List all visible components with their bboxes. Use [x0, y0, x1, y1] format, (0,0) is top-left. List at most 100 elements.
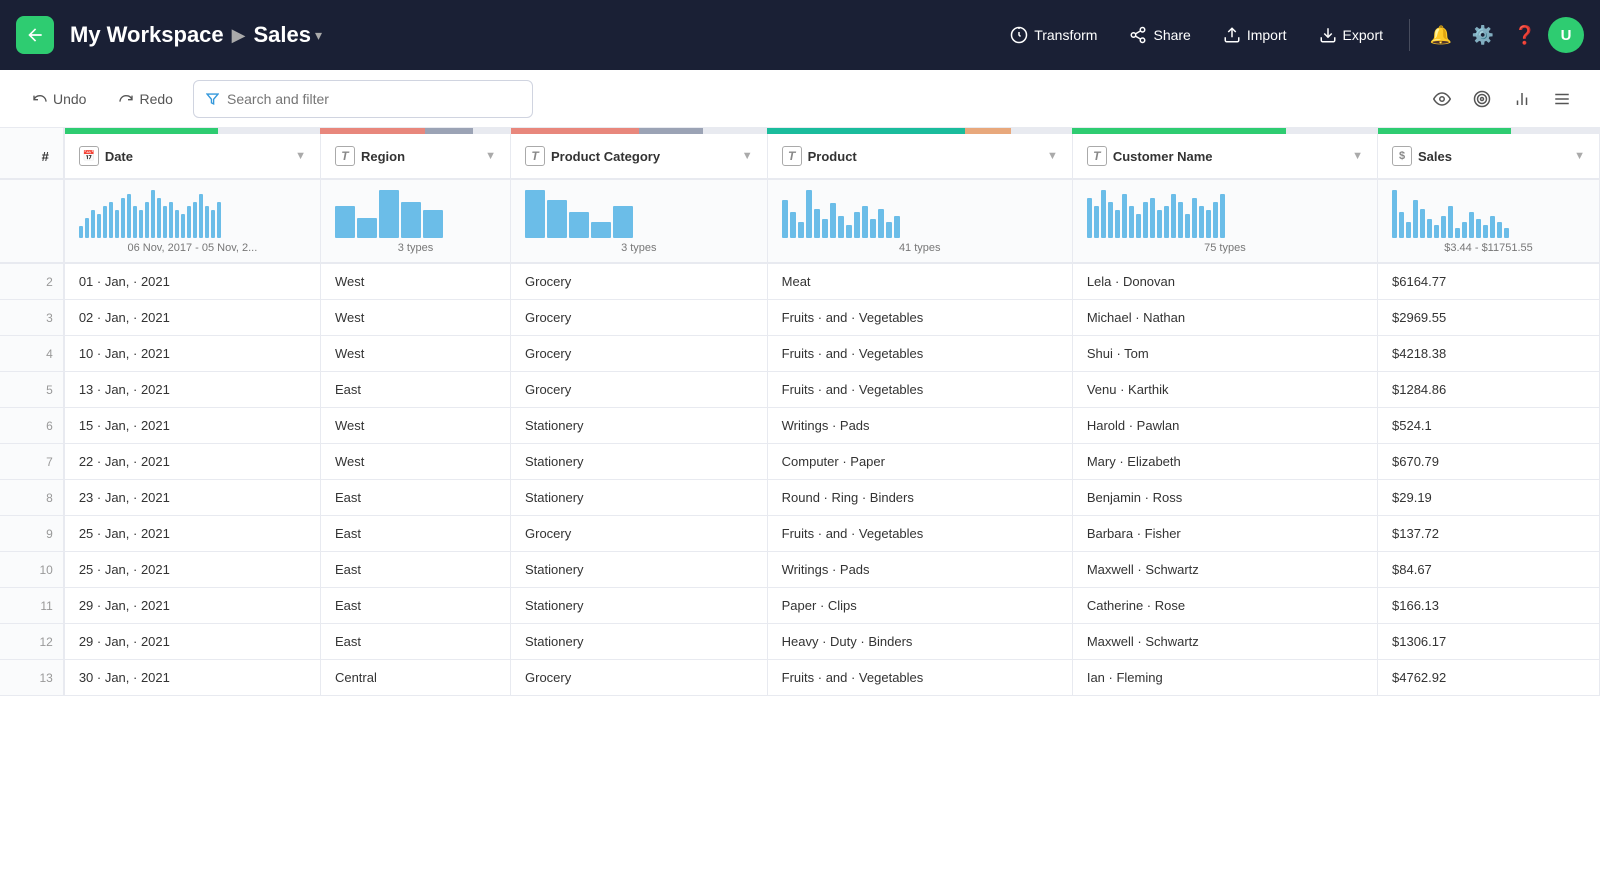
redo-button[interactable]: Redo	[106, 84, 184, 114]
undo-button[interactable]: Undo	[20, 84, 98, 114]
table-row: 615 · Jan, · 2021WestStationeryWritings …	[0, 408, 1600, 444]
customer-cell: Lela · Donovan	[1072, 263, 1377, 300]
column-header-row: # 📅 Date ▼ T Region ▼	[0, 134, 1600, 179]
data-table-container: # 📅 Date ▼ T Region ▼	[0, 128, 1600, 882]
workspace-title: My Workspace	[70, 22, 224, 48]
product-column-header[interactable]: T Product ▼	[767, 134, 1072, 179]
customer-cell: Mary · Elizabeth	[1072, 444, 1377, 480]
view-dropdown-arrow[interactable]: ▾	[315, 27, 322, 44]
customer-type-icon: T	[1087, 146, 1107, 166]
date-column-header[interactable]: 📅 Date ▼	[64, 134, 321, 179]
chart-button[interactable]	[1504, 81, 1540, 117]
customer-summary-label: 75 types	[1087, 242, 1363, 254]
summary-row: 06 Nov, 2017 - 05 Nov, 2... 3 types 3 ty…	[0, 179, 1600, 263]
redo-label: Redo	[139, 91, 172, 107]
product-cell: Meat	[767, 263, 1072, 300]
date-cell: 01 · Jan, · 2021	[64, 263, 321, 300]
category-cell: Stationery	[511, 588, 768, 624]
sales-column-header[interactable]: $ Sales ▼	[1378, 134, 1600, 179]
customer-column-header[interactable]: T Customer Name ▼	[1072, 134, 1377, 179]
summary-rownum	[0, 179, 64, 263]
table-row: 925 · Jan, · 2021EastGroceryFruits · and…	[0, 516, 1600, 552]
table-row: 302 · Jan, · 2021WestGroceryFruits · and…	[0, 300, 1600, 336]
transform-button[interactable]: Transform	[996, 18, 1111, 52]
sales-sort-icon[interactable]: ▼	[1574, 150, 1585, 162]
product-summary-label: 41 types	[782, 242, 1058, 254]
date-type-icon: 📅	[79, 146, 99, 166]
category-cell: Stationery	[511, 480, 768, 516]
sales-cell: $4762.92	[1378, 660, 1600, 696]
sales-cell: $1284.86	[1378, 372, 1600, 408]
sales-cell: $6164.77	[1378, 263, 1600, 300]
export-button[interactable]: Export	[1305, 18, 1397, 52]
breadcrumb-separator: ▶	[232, 25, 246, 46]
table-row: 1330 · Jan, · 2021CentralGroceryFruits ·…	[0, 660, 1600, 696]
date-cell: 15 · Jan, · 2021	[64, 408, 321, 444]
date-sort-icon[interactable]: ▼	[295, 150, 306, 162]
product-cell: Computer · Paper	[767, 444, 1072, 480]
product-sort-icon[interactable]: ▼	[1047, 150, 1058, 162]
product-cell: Heavy · Duty · Binders	[767, 624, 1072, 660]
region-cell: East	[320, 372, 510, 408]
share-button[interactable]: Share	[1115, 18, 1204, 52]
region-summary: 3 types	[320, 179, 510, 263]
import-button[interactable]: Import	[1209, 18, 1301, 52]
date-cell: 22 · Jan, · 2021	[64, 444, 321, 480]
category-column-header[interactable]: T Product Category ▼	[511, 134, 768, 179]
customer-cell: Shui · Tom	[1072, 336, 1377, 372]
table-row: 1129 · Jan, · 2021EastStationeryPaper · …	[0, 588, 1600, 624]
sales-col-label: Sales	[1418, 149, 1452, 164]
row-number: 2	[0, 263, 64, 300]
category-cell: Stationery	[511, 408, 768, 444]
region-sort-icon[interactable]: ▼	[485, 150, 496, 162]
customer-cell: Barbara · Fisher	[1072, 516, 1377, 552]
date-cell: 23 · Jan, · 2021	[64, 480, 321, 516]
sales-cell: $1306.17	[1378, 624, 1600, 660]
back-button[interactable]	[16, 16, 54, 54]
region-cell: West	[320, 300, 510, 336]
region-column-header[interactable]: T Region ▼	[320, 134, 510, 179]
category-cell: Grocery	[511, 372, 768, 408]
top-navigation: My Workspace ▶ Sales ▾ Transform Share I…	[0, 0, 1600, 70]
region-cell: East	[320, 516, 510, 552]
help-button[interactable]: ❓	[1506, 16, 1544, 54]
sales-cell: $524.1	[1378, 408, 1600, 444]
search-bar[interactable]	[193, 80, 533, 118]
user-avatar[interactable]: U	[1548, 17, 1584, 53]
category-cell: Grocery	[511, 660, 768, 696]
row-number: 11	[0, 588, 64, 624]
row-number: 9	[0, 516, 64, 552]
table-row: 513 · Jan, · 2021EastGroceryFruits · and…	[0, 372, 1600, 408]
date-col-label: Date	[105, 149, 133, 164]
category-cell: Grocery	[511, 516, 768, 552]
sales-summary: $3.44 - $11751.55	[1378, 179, 1600, 263]
sales-cell: $4218.38	[1378, 336, 1600, 372]
settings-button[interactable]: ⚙️	[1464, 16, 1502, 54]
customer-sort-icon[interactable]: ▼	[1352, 150, 1363, 162]
category-cell: Grocery	[511, 263, 768, 300]
table-row: 823 · Jan, · 2021EastStationeryRound · R…	[0, 480, 1600, 516]
notification-button[interactable]: 🔔	[1422, 16, 1460, 54]
region-summary-label: 3 types	[335, 242, 496, 254]
sales-cell: $2969.55	[1378, 300, 1600, 336]
region-cell: West	[320, 444, 510, 480]
category-sort-icon[interactable]: ▼	[742, 150, 753, 162]
product-cell: Writings · Pads	[767, 408, 1072, 444]
date-cell: 25 · Jan, · 2021	[64, 552, 321, 588]
table-row: 722 · Jan, · 2021WestStationeryComputer …	[0, 444, 1600, 480]
search-input[interactable]	[227, 91, 520, 107]
region-cell: West	[320, 336, 510, 372]
region-cell: East	[320, 624, 510, 660]
product-cell: Fruits · and · Vegetables	[767, 516, 1072, 552]
target-button[interactable]	[1464, 81, 1500, 117]
layout-button[interactable]	[1544, 81, 1580, 117]
date-cell: 02 · Jan, · 2021	[64, 300, 321, 336]
data-table: # 📅 Date ▼ T Region ▼	[0, 128, 1600, 696]
product-cell: Fruits · and · Vegetables	[767, 372, 1072, 408]
table-row: 201 · Jan, · 2021WestGroceryMeatLela · D…	[0, 263, 1600, 300]
row-number: 7	[0, 444, 64, 480]
product-cell: Round · Ring · Binders	[767, 480, 1072, 516]
category-cell: Stationery	[511, 624, 768, 660]
product-cell: Fruits · and · Vegetables	[767, 660, 1072, 696]
view-eye-button[interactable]	[1424, 81, 1460, 117]
